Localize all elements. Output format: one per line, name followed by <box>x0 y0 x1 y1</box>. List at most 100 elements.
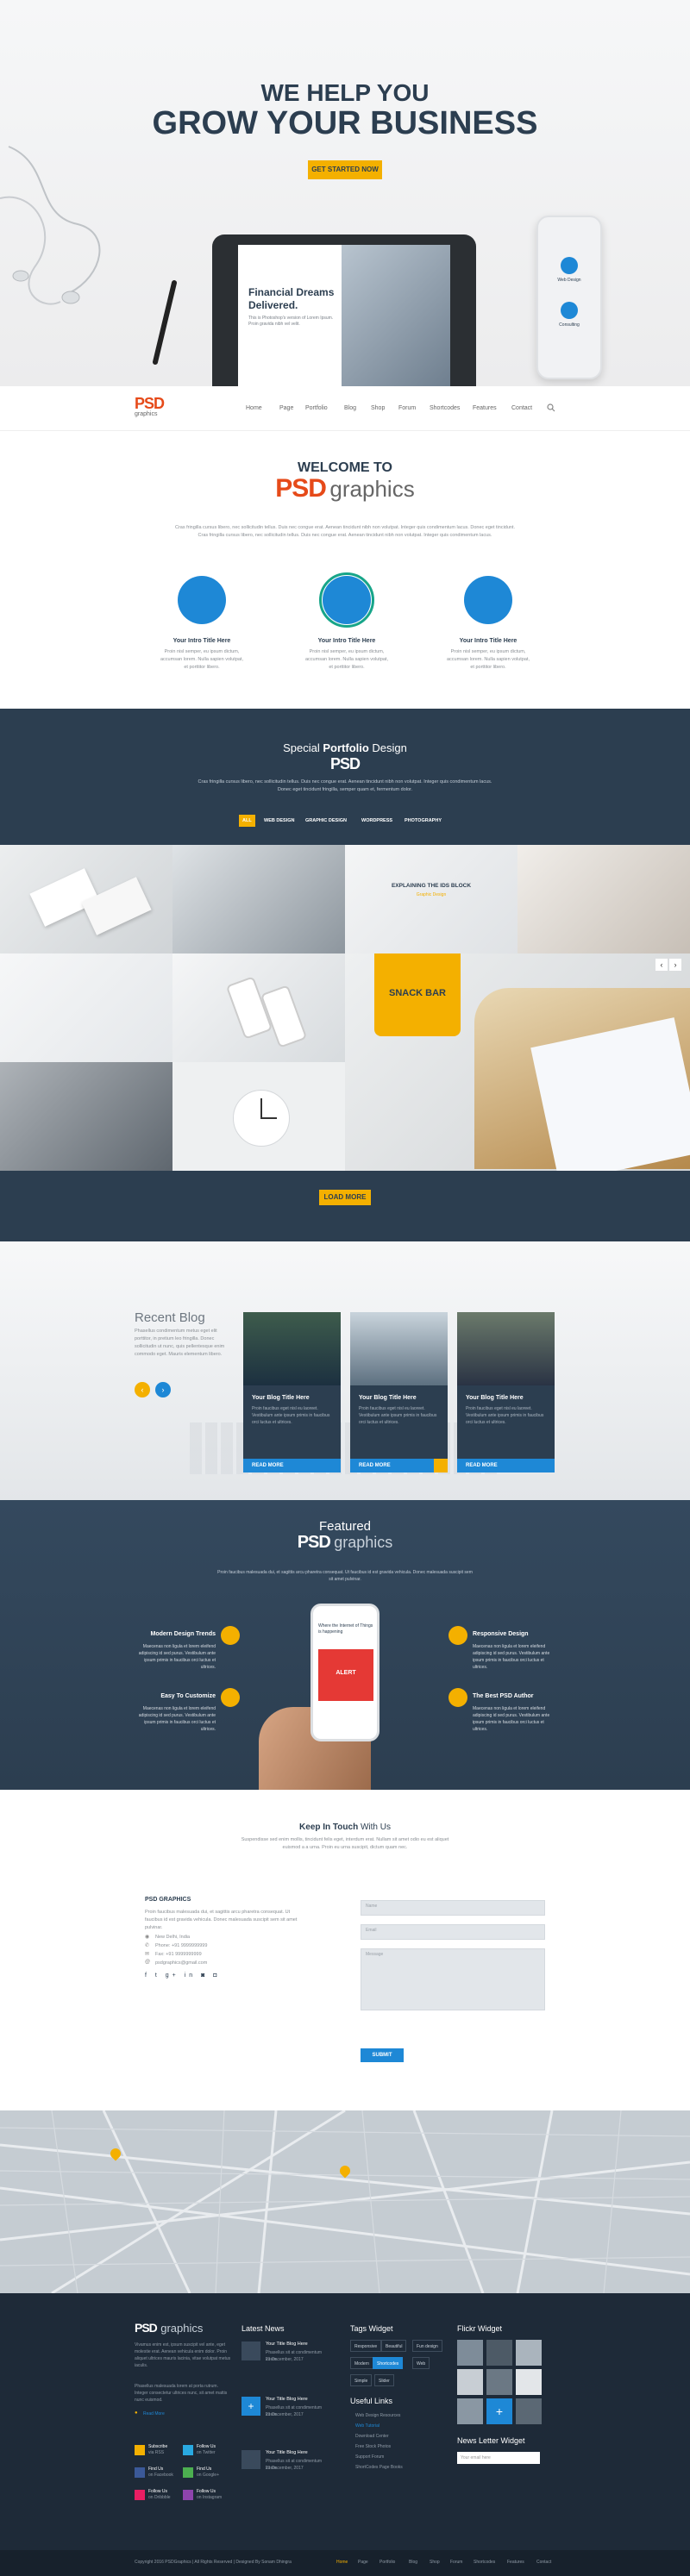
nav-shortcodes[interactable]: Shortcodes <box>430 405 460 411</box>
news-title-2[interactable]: Your Title Blog Here <box>266 2397 308 2402</box>
nav-page[interactable]: Page <box>279 405 293 411</box>
tablet-screen: Financial Dreams Delivered. This is Phot… <box>238 245 450 386</box>
snack-bar-label: SNACK BAR <box>389 988 446 998</box>
flickr-thumb[interactable] <box>486 2340 512 2366</box>
news-title-3[interactable]: Your Title Blog Here <box>266 2450 308 2455</box>
useful-link-3[interactable]: Download Center <box>355 2433 389 2440</box>
featured-title: Featured <box>318 1519 372 1534</box>
flickr-thumb[interactable] <box>457 2340 483 2366</box>
get-started-button[interactable]: GET STARTED NOW <box>308 160 382 179</box>
portfolio-tile-snack-bar[interactable]: SNACK BAR ‹ › <box>345 953 690 1171</box>
bottom-nav-forum[interactable]: Forum <box>450 2560 462 2565</box>
bottom-nav-page[interactable]: Page <box>358 2560 368 2565</box>
nav-shop[interactable]: Shop <box>371 405 385 411</box>
flickr-thumb[interactable] <box>516 2369 542 2395</box>
instagram-icon[interactable] <box>183 2490 193 2500</box>
submit-button[interactable]: SUBMIT <box>361 2048 404 2062</box>
carousel-next-icon[interactable]: › <box>669 959 681 971</box>
flickr-thumb[interactable] <box>457 2369 483 2395</box>
contact-social-icons[interactable]: f t g+ in ◙ ◘ <box>145 1973 221 1979</box>
tag-6[interactable]: Web <box>412 2357 430 2369</box>
bottom-nav-features[interactable]: Features <box>507 2560 524 2565</box>
footer-read-more[interactable]: Read More <box>143 2411 165 2417</box>
bottom-nav-home[interactable]: Home <box>336 2560 348 2565</box>
news-date-1: 21 December, 2017 <box>266 2357 304 2362</box>
twitter-icon[interactable] <box>183 2445 193 2455</box>
nav-features[interactable]: Features <box>473 405 497 411</box>
tag-1[interactable]: Responsive <box>350 2340 382 2352</box>
contact-name-input[interactable]: Name <box>361 1900 545 1916</box>
useful-link-2[interactable]: Web Tutorial <box>355 2423 380 2429</box>
map[interactable] <box>0 2110 690 2293</box>
portfolio-tile-mouse[interactable] <box>0 953 172 1062</box>
nav-blog[interactable]: Blog <box>344 405 356 411</box>
flickr-thumb[interactable] <box>486 2369 512 2395</box>
news-thumb-1[interactable] <box>242 2342 260 2360</box>
tag-7[interactable]: Simple <box>350 2374 373 2386</box>
nav-contact[interactable]: Contact <box>511 405 532 411</box>
rss-icon[interactable] <box>135 2445 145 2455</box>
blog-card-1[interactable]: Your Blog Title Here Proin faucibus eget… <box>243 1312 341 1472</box>
filter-all[interactable]: ALL <box>239 815 255 827</box>
dribbble-icon[interactable] <box>135 2490 145 2500</box>
useful-link-6[interactable]: ShortCodes Page Books <box>355 2464 403 2471</box>
nav-portfolio[interactable]: Portfolio <box>305 405 328 411</box>
bottom-nav-shortcodes[interactable]: Shortcodes <box>474 2560 495 2565</box>
portfolio-tile-clock[interactable] <box>172 1062 345 1171</box>
read-more-button-3[interactable]: READ MORE <box>457 1459 555 1472</box>
bottom-nav-portfolio[interactable]: Portfolio <box>380 2560 395 2565</box>
nav-logo[interactable]: PSD graphics <box>135 395 178 424</box>
tag-4[interactable]: Modern <box>350 2357 373 2369</box>
hero-heading-line2: GROW YOUR BUSINESS <box>152 105 538 141</box>
carousel-prev-icon[interactable]: ‹ <box>656 959 668 971</box>
news-add-icon[interactable]: + <box>242 2397 260 2416</box>
bottom-nav-blog[interactable]: Blog <box>409 2560 417 2565</box>
bottom-nav-shop[interactable]: Shop <box>430 2560 440 2565</box>
load-more-button[interactable]: LOAD MORE <box>319 1190 371 1205</box>
nav-home[interactable]: Home <box>246 405 262 411</box>
tag-2[interactable]: Beautiful <box>381 2340 407 2352</box>
feature-title-2: Your Intro Title Here <box>317 638 376 644</box>
newsletter-input[interactable]: Your email here <box>457 2452 540 2464</box>
portfolio-tile-business-cards[interactable] <box>0 845 172 953</box>
portfolio-tile-brochure[interactable] <box>518 845 690 953</box>
flickr-thumb[interactable] <box>457 2398 483 2424</box>
news-title-1[interactable]: Your Title Blog Here <box>266 2342 308 2347</box>
flickr-thumb[interactable] <box>516 2398 542 2424</box>
portfolio-tile-phones[interactable] <box>172 953 345 1062</box>
facebook-icon[interactable] <box>135 2467 145 2478</box>
read-more-button-1[interactable]: READ MORE <box>243 1459 341 1472</box>
filter-wordpress[interactable]: WORDPRESS <box>358 815 396 827</box>
contact-email[interactable]: psdgraphics@gmail.com <box>155 1960 207 1967</box>
portfolio-footer <box>0 1171 690 1241</box>
portfolio-tile-stationery[interactable] <box>172 845 345 953</box>
portfolio-tile-ids-block[interactable]: EXPLAINING THE IDS BLOCK Graphic Design <box>345 845 518 953</box>
blog-prev-icon[interactable]: ‹ <box>135 1382 150 1397</box>
blog-next-icon[interactable]: › <box>155 1382 171 1397</box>
useful-link-5[interactable]: Support Forum <box>355 2454 384 2460</box>
filter-web-design[interactable]: WEB DESIGN <box>260 815 298 827</box>
blog-card-2[interactable]: Your Blog Title Here Proin faucibus eget… <box>350 1312 448 1472</box>
news-thumb-3[interactable] <box>242 2450 260 2469</box>
feature-icon-3 <box>464 576 512 624</box>
tag-5[interactable]: Shortcodes <box>373 2357 404 2369</box>
useful-link-4[interactable]: Free Stock Photos <box>355 2443 391 2450</box>
bottom-nav-contact[interactable]: Contact <box>536 2560 551 2565</box>
flickr-add-icon[interactable]: + <box>486 2398 512 2424</box>
featured-right-title-2: The Best PSD Author <box>473 1693 534 1699</box>
useful-link-1[interactable]: Web Design Resources <box>355 2412 400 2419</box>
contact-email-input[interactable]: Email <box>361 1924 545 1940</box>
footer-brand: PSD graphics <box>135 2321 203 2336</box>
google-plus-icon[interactable] <box>183 2467 193 2478</box>
filter-graphic-design[interactable]: GRAPHIC DESIGN <box>302 815 350 827</box>
tag-8[interactable]: Slider <box>374 2374 394 2386</box>
search-icon[interactable] <box>547 403 555 412</box>
tag-3[interactable]: Fun design <box>412 2340 442 2352</box>
portfolio-tile-laptop[interactable] <box>0 1062 172 1171</box>
blog-card-3[interactable]: Your Blog Title Here Proin faucibus eget… <box>457 1312 555 1472</box>
contact-message-input[interactable]: Message <box>361 1948 545 2010</box>
filter-photography[interactable]: PHOTOGRAPHY <box>401 815 445 827</box>
social-sub-4: on Google+ <box>197 2473 219 2478</box>
flickr-thumb[interactable] <box>516 2340 542 2366</box>
nav-forum[interactable]: Forum <box>398 405 416 411</box>
